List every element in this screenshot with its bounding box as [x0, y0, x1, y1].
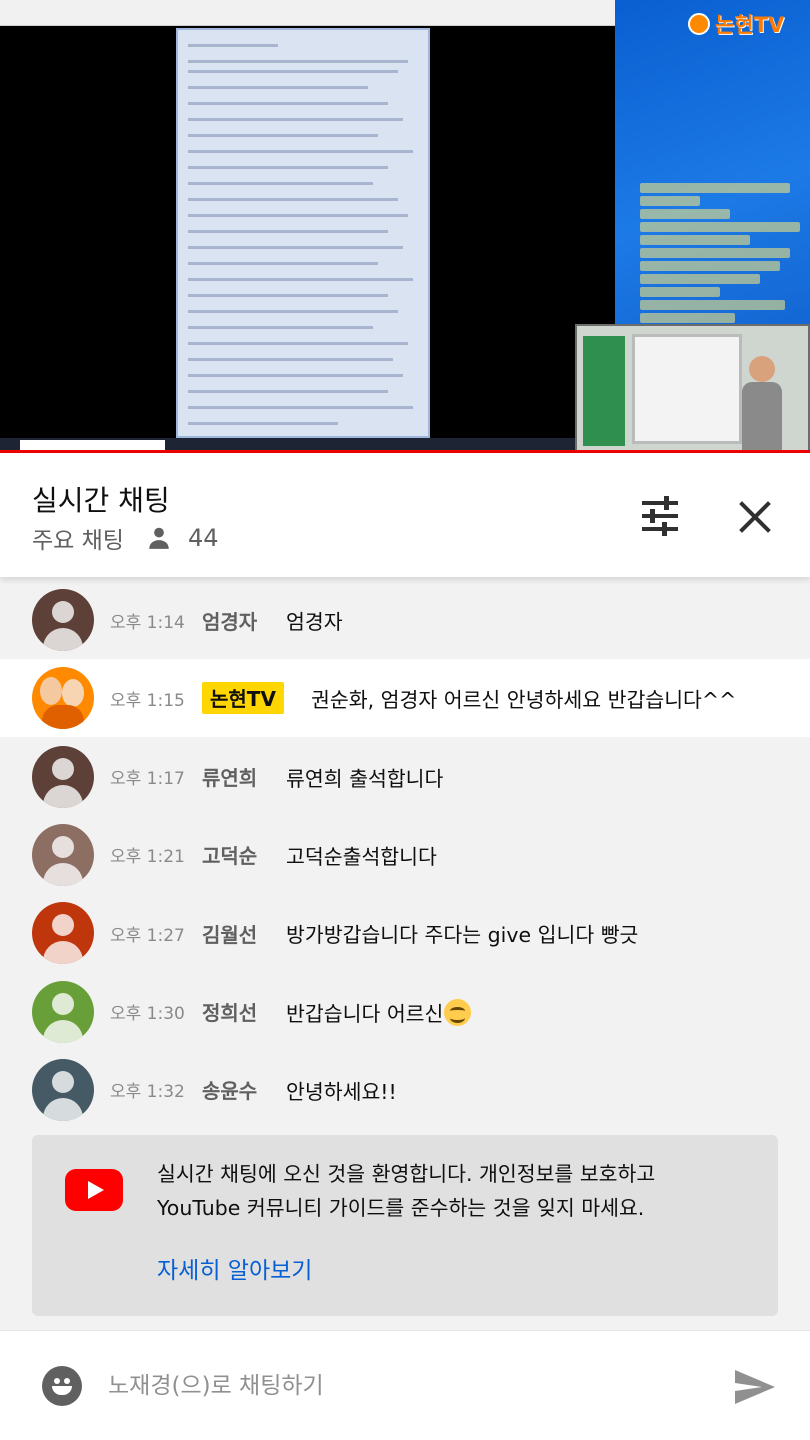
avatar[interactable] [32, 980, 94, 1043]
chat-header: 실시간 채팅 주요 채팅 44 [0, 453, 810, 577]
message-timestamp: 오후 1:17 [110, 769, 185, 790]
viewer-count: 44 [187, 524, 219, 552]
avatar[interactable] [32, 902, 94, 965]
video-player[interactable]: 논현TV [0, 0, 810, 453]
customs-form-document [176, 28, 430, 438]
message-author[interactable]: 김월선 [202, 919, 257, 948]
close-icon[interactable] [736, 498, 774, 536]
avatar[interactable] [32, 1058, 94, 1121]
chat-title: 실시간 채팅 [32, 484, 170, 517]
learn-more-link[interactable]: 자세히 알아보기 [157, 1251, 312, 1285]
message-author[interactable]: 송윤수 [202, 1075, 257, 1104]
owner-chat-message[interactable]: 오후 1:15 논현TV 권순화, 엄경자 어르신 안녕하세요 반갑습니다^^ [0, 659, 810, 738]
channel-logo-icon [688, 13, 710, 35]
emoji-icon[interactable] [42, 1366, 82, 1406]
avatar[interactable] [32, 589, 94, 651]
presenter-camera [575, 324, 810, 452]
chat-mode-selector[interactable]: 주요 채팅 44 [32, 521, 219, 555]
channel-watermark: 논현TV [688, 9, 784, 39]
person-icon [149, 527, 169, 549]
chat-message-list[interactable]: 오후 1:14 엄경자 엄경자오후 1:15 논현TV 권순화, 엄경자 어르신 안녕하… [0, 577, 810, 1330]
youtube-logo-icon [65, 1169, 123, 1211]
video-chat-overlay [640, 183, 808, 326]
message-text-content: 방가방갑습니다 주다는 give 입니다 빵긋 [286, 923, 639, 948]
screen-share-toolbar [0, 0, 615, 26]
message-timestamp: 오후 1:30 [110, 1004, 185, 1024]
chat-message[interactable]: 오후 1:21 고덕순 고덕순출석합니다 [0, 816, 810, 894]
chat-message[interactable]: 오후 1:32 송윤수 안녕하세요!! [0, 1051, 810, 1129]
message-text-content: 류연희 출석합니다 [286, 766, 444, 791]
live-chat-screen: 논현TV 실시간 채팅 주요 채팅 44 오후 1:14 엄경자 엄경자 오후 … [0, 0, 810, 1440]
message-timestamp: 오후 1:15 [110, 690, 185, 711]
message-author[interactable]: 엄경자 [202, 606, 257, 635]
chat-mode-label[interactable]: 주요 채팅 [32, 521, 124, 555]
message-text-content: 엄경자 [286, 610, 343, 634]
message-text-content: 반갑습니다 어르신 [286, 1001, 444, 1026]
chat-message[interactable]: 오후 1:27 김월선 방가방갑습니다 주다는 give 입니다 빵긋 [0, 894, 810, 972]
chat-message[interactable]: 오후 1:14 엄경자 엄경자 [0, 581, 810, 659]
tune-icon[interactable] [638, 495, 682, 537]
message-author[interactable]: 류연희 [202, 762, 257, 791]
avatar[interactable] [32, 823, 94, 886]
welcome-text-line1: 실시간 채팅에 오신 것을 환영합니다. 개인정보를 보호하고 [157, 1162, 656, 1186]
message-text: 류연희 출석합니다 [286, 762, 443, 792]
chat-message-input[interactable] [108, 1363, 688, 1409]
message-text-content: 안녕하세요!! [286, 1079, 397, 1104]
message-text: 권순화, 엄경자 어르신 안녕하세요 반갑습니다^^ [311, 683, 736, 713]
avatar[interactable] [32, 667, 94, 730]
message-text: 반갑습니다 어르신 [286, 997, 472, 1027]
message-timestamp: 오후 1:32 [110, 1082, 185, 1103]
message-text: 엄경자 [286, 605, 343, 635]
send-icon[interactable] [732, 1367, 778, 1407]
avatar[interactable] [32, 745, 94, 808]
welcome-card: 실시간 채팅에 오신 것을 환영합니다. 개인정보를 보호하고 YouTube … [32, 1135, 778, 1316]
message-timestamp: 오후 1:27 [110, 925, 185, 946]
message-timestamp: 오후 1:21 [110, 847, 185, 868]
chat-input-bar [0, 1330, 810, 1440]
message-text: 안녕하세요!! [286, 1075, 397, 1105]
welcome-text-line2: YouTube 커뮤니티 가이드를 준수하는 것을 잊지 마세요. [157, 1196, 645, 1220]
channel-watermark-text: 논현TV [715, 13, 785, 37]
message-text-content: 고덕순출석합니다 [286, 844, 437, 869]
message-text: 방가방갑습니다 주다는 give 입니다 빵긋 [286, 918, 638, 948]
message-text: 고덕순출석합니다 [286, 840, 437, 870]
message-author[interactable]: 정희선 [202, 997, 257, 1026]
message-text-content: 권순화, 엄경자 어르신 안녕하세요 반갑습니다^^ [311, 688, 737, 713]
message-author[interactable]: 고덕순 [202, 840, 257, 869]
owner-badge-author[interactable]: 논현TV [202, 682, 284, 715]
smiling-face-icon [444, 998, 472, 1026]
chat-message[interactable]: 오후 1:30 정희선 반갑습니다 어르신 [0, 973, 810, 1051]
message-timestamp: 오후 1:14 [110, 612, 185, 633]
chat-message[interactable]: 오후 1:17 류연희 류연희 출석합니다 [0, 738, 810, 816]
